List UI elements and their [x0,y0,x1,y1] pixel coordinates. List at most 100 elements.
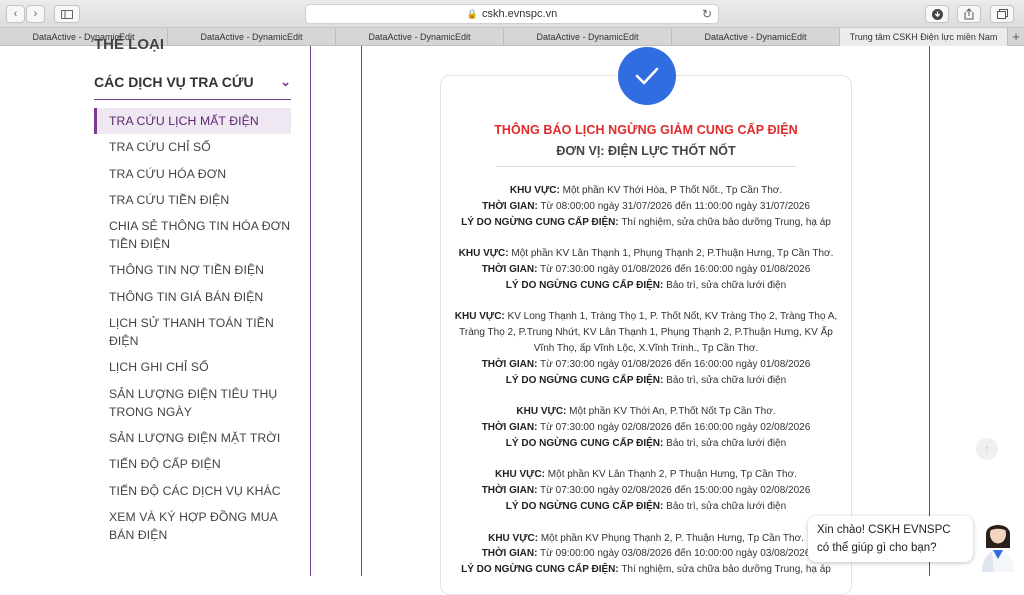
outage-notice: KHU VỰC: Một phần KV Lân Thạnh 2, P Thuậ… [453,467,839,514]
sidebar-menu-item[interactable]: TRA CỨU TIỀN ĐIỆN [94,187,291,213]
reload-icon[interactable]: ↻ [702,7,712,21]
notice-time-label: THỜI GIAN: [481,263,538,275]
content-border-left [361,46,362,576]
notice-area-line: KHU VỰC: Một phần KV Lân Thạnh 1, Phụng … [453,246,839,262]
tab-label: DataActive - DynamicEdit [704,32,807,42]
back-button[interactable]: ‹ [6,5,25,23]
notice-reason-label: LÝ DO NGỪNG CUNG CẤP ĐIỆN: [461,216,619,228]
notice-reason-label: LÝ DO NGỪNG CUNG CẤP ĐIỆN: [505,437,664,449]
browser-tab[interactable]: DataActive - DynamicEdit [168,28,336,46]
tabs-icon [996,9,1008,19]
tab-overview-button[interactable] [990,5,1014,23]
sidebar-menu-item[interactable]: TIẾN ĐỘ CẤP ĐIỆN [94,451,291,477]
browser-tab[interactable]: DataActive - DynamicEdit [672,28,840,46]
notice-area-value: Một phần KV Lân Thạnh 1, Phụng Thạnh 2, … [511,248,834,260]
sidebar-menu-item[interactable]: THÔNG TIN NỢ TIỀN ĐIỆN [94,257,291,283]
sidebar-menu-item[interactable]: LỊCH SỬ THANH TOÁN TIỀN ĐIỆN [94,310,291,354]
notice-time-label: THỜI GIAN: [482,200,538,212]
outage-notice: KHU VỰC: Một phần KV Phụng Thạnh 2, P. T… [453,531,839,578]
outage-notice: KHU VỰC: Một phần KV Lân Thạnh 1, Phụng … [453,246,839,293]
notice-reason-line: LÝ DO NGỪNG CUNG CẤP ĐIỆN: Bảo trì, sửa … [453,373,839,389]
notice-unit: ĐƠN VỊ: ĐIỆN LỰC THỐT NỐT [556,144,736,158]
chevron-right-icon: › [33,8,38,20]
chevron-down-icon: ⌄ [280,74,291,89]
share-button[interactable] [957,5,981,23]
outage-notice: KHU VỰC: KV Long Thạnh 1, Tràng Thọ 1, P… [453,309,839,388]
notice-reason-line: LÝ DO NGỪNG CUNG CẤP ĐIỆN: Bảo trì, sửa … [453,499,839,515]
outage-notice: KHU VỰC: Một phần KV Thới An, P.Thốt Nốt… [453,404,839,451]
sidebar-menu-item[interactable]: XEM VÀ KÝ HỢP ĐỒNG MUA BÁN ĐIỆN [94,504,291,548]
notice-reason-value: Bảo trì, sửa chữa lưới điện [666,500,787,512]
notice-time-line: THỜI GIAN: Từ 07:30:00 ngày 01/08/2026 đ… [453,357,839,373]
downloads-button[interactable] [925,5,949,23]
chat-line: có thể giúp gì cho bạn? [817,542,937,554]
notice-area-line: KHU VỰC: Một phần KV Thới Hòa, P Thốt Nố… [453,183,839,199]
sidebar-menu-item[interactable]: THÔNG TIN GIÁ BÁN ĐIỆN [94,284,291,310]
notice-reason-label: LÝ DO NGỪNG CUNG CẤP ĐIỆN: [505,500,664,512]
forward-button[interactable]: › [26,5,45,23]
sidebar-menu-item[interactable]: TRA CỨU CHỈ SỐ [94,134,291,160]
notice-time-line: THỜI GIAN: Từ 08:00:00 ngày 31/07/2026 đ… [453,199,839,215]
browser-tab[interactable]: DataActive - DynamicEdit [504,28,672,46]
notice-area-line: KHU VỰC: KV Long Thạnh 1, Tràng Thọ 1, P… [453,309,839,356]
notice-time-value: Từ 08:00:00 ngày 31/07/2026 đến 11:00:00… [540,200,810,212]
sidebar-category-heading: THỂ LOẠI [94,36,164,53]
notice-area-label: KHU VỰC: [458,248,509,260]
notice-area-value: Một phần KV Phụng Thạnh 2, P. Thuận Hưng… [540,532,804,544]
notice-list: KHU VỰC: Một phần KV Thới Hòa, P Thốt Nố… [453,183,839,594]
browser-toolbar: ‹ › 🔒 cskh.evnspc.vn ↻ [0,0,1024,28]
chat-bubble[interactable]: Xin chào! CSKH EVNSPC có thể giúp gì cho… [808,516,973,562]
address-bar[interactable]: 🔒 cskh.evnspc.vn ↻ [305,4,719,24]
chat-assistant-avatar[interactable] [978,512,1018,572]
tab-label: DataActive - DynamicEdit [200,32,303,42]
tab-label: DataActive - DynamicEdit [536,32,639,42]
sidebar-menu-item[interactable]: CHIA SẺ THÔNG TIN HÓA ĐƠN TIỀN ĐIỆN [94,213,291,257]
notice-reason-value: Thí nghiệm, sửa chữa bảo dưỡng Trung, hạ… [621,216,831,228]
new-tab-button[interactable]: + [1008,28,1024,45]
notice-time-value: Từ 07:30:00 ngày 02/08/2026 đến 15:00:00… [540,485,811,497]
sidebar-menu-item[interactable]: LỊCH GHI CHỈ SỐ [94,354,291,380]
notice-time-line: THỜI GIAN: Từ 07:30:00 ngày 01/08/2026 đ… [453,262,839,278]
notice-time-value: Từ 07:30:00 ngày 01/08/2026 đến 16:00:00… [540,263,811,275]
notice-time-value: Từ 07:30:00 ngày 01/08/2026 đến 16:00:00… [540,358,811,370]
notice-reason-value: Bảo trì, sửa chữa lưới điện [666,374,787,386]
notice-reason-line: LÝ DO NGỪNG CUNG CẤP ĐIỆN: Bảo trì, sửa … [453,278,839,294]
sidebar-toggle-button[interactable] [54,5,80,23]
content-border-right [929,46,930,576]
divider [496,166,796,167]
notice-reason-line: LÝ DO NGỪNG CUNG CẤP ĐIỆN: Thí nghiệm, s… [453,215,839,231]
download-icon [931,8,943,20]
notice-time-label: THỜI GIAN: [481,548,538,560]
chat-line: Xin chào! CSKH EVNSPC [817,524,951,536]
lock-icon: 🔒 [466,8,478,19]
notice-time-value: Từ 07:30:00 ngày 02/08/2026 đến 16:00:00… [540,421,811,433]
notice-time-label: THỜI GIAN: [481,485,538,497]
chevron-left-icon: ‹ [13,8,18,20]
notice-area-value: Một phần KV Thới An, P.Thốt Nốt Tp Cần T… [569,406,776,418]
notice-area-line: KHU VỰC: Một phần KV Phụng Thạnh 2, P. T… [453,531,839,547]
sidebar-menu-item[interactable]: SẢN LƯỢNG ĐIỆN TIÊU THỤ TRONG NGÀY [94,381,291,425]
sidebar-menu-item[interactable]: SẢN LƯỢNG ĐIỆN MẶT TRỜI [94,425,291,451]
notice-reason-line: LÝ DO NGỪNG CUNG CẤP ĐIỆN: Bảo trì, sửa … [453,436,839,452]
notice-area-label: KHU VỰC: [454,311,505,323]
browser-tab[interactable]: DataActive - DynamicEdit [336,28,504,46]
sidebar-menu-item[interactable]: TIẾN ĐỘ CÁC DỊCH VỤ KHÁC [94,478,291,504]
sidebar-menu-item[interactable]: TRA CỨU HÓA ĐƠN [94,161,291,187]
notice-area-line: KHU VỰC: Một phần KV Lân Thạnh 2, P Thuậ… [453,467,839,483]
browser-tab-active[interactable]: Trung tâm CSKH Điện lực miền Nam [840,28,1008,46]
sidebar-menu-item[interactable]: TRA CỨU LỊCH MẤT ĐIỆN [94,108,291,135]
tab-label: Trung tâm CSKH Điện lực miền Nam [849,32,998,42]
tab-label: DataActive - DynamicEdit [368,32,471,42]
sidebar-menu: TRA CỨU LỊCH MẤT ĐIỆN TRA CỨU CHỈ SỐ TRA C… [94,108,291,548]
notice-area-label: KHU VỰC: [509,185,560,196]
outage-notice: KHU VỰC: Một phần KV Thới Hòa, P Thốt Nố… [453,183,839,230]
url-text: cskh.evnspc.vn [482,8,558,20]
scroll-to-top-button[interactable]: ↑ [976,438,998,460]
notice-area-label: KHU VỰC: [495,469,546,481]
notice-area-line: KHU VỰC: Một phần KV Thới An, P.Thốt Nốt… [453,404,839,420]
notice-reason-value: Bảo trì, sửa chữa lưới điện [666,279,787,291]
notice-title: THÔNG BÁO LỊCH NGỪNG GIẢM CUNG CẤP ĐIỆN [494,123,798,137]
notice-area-value: KV Long Thạnh 1, Tràng Thọ 1, P. Thốt Nố… [459,311,838,354]
sidebar-section-header[interactable]: CÁC DỊCH VỤ TRA CỨU ⌄ [94,74,291,100]
share-icon [964,8,974,20]
